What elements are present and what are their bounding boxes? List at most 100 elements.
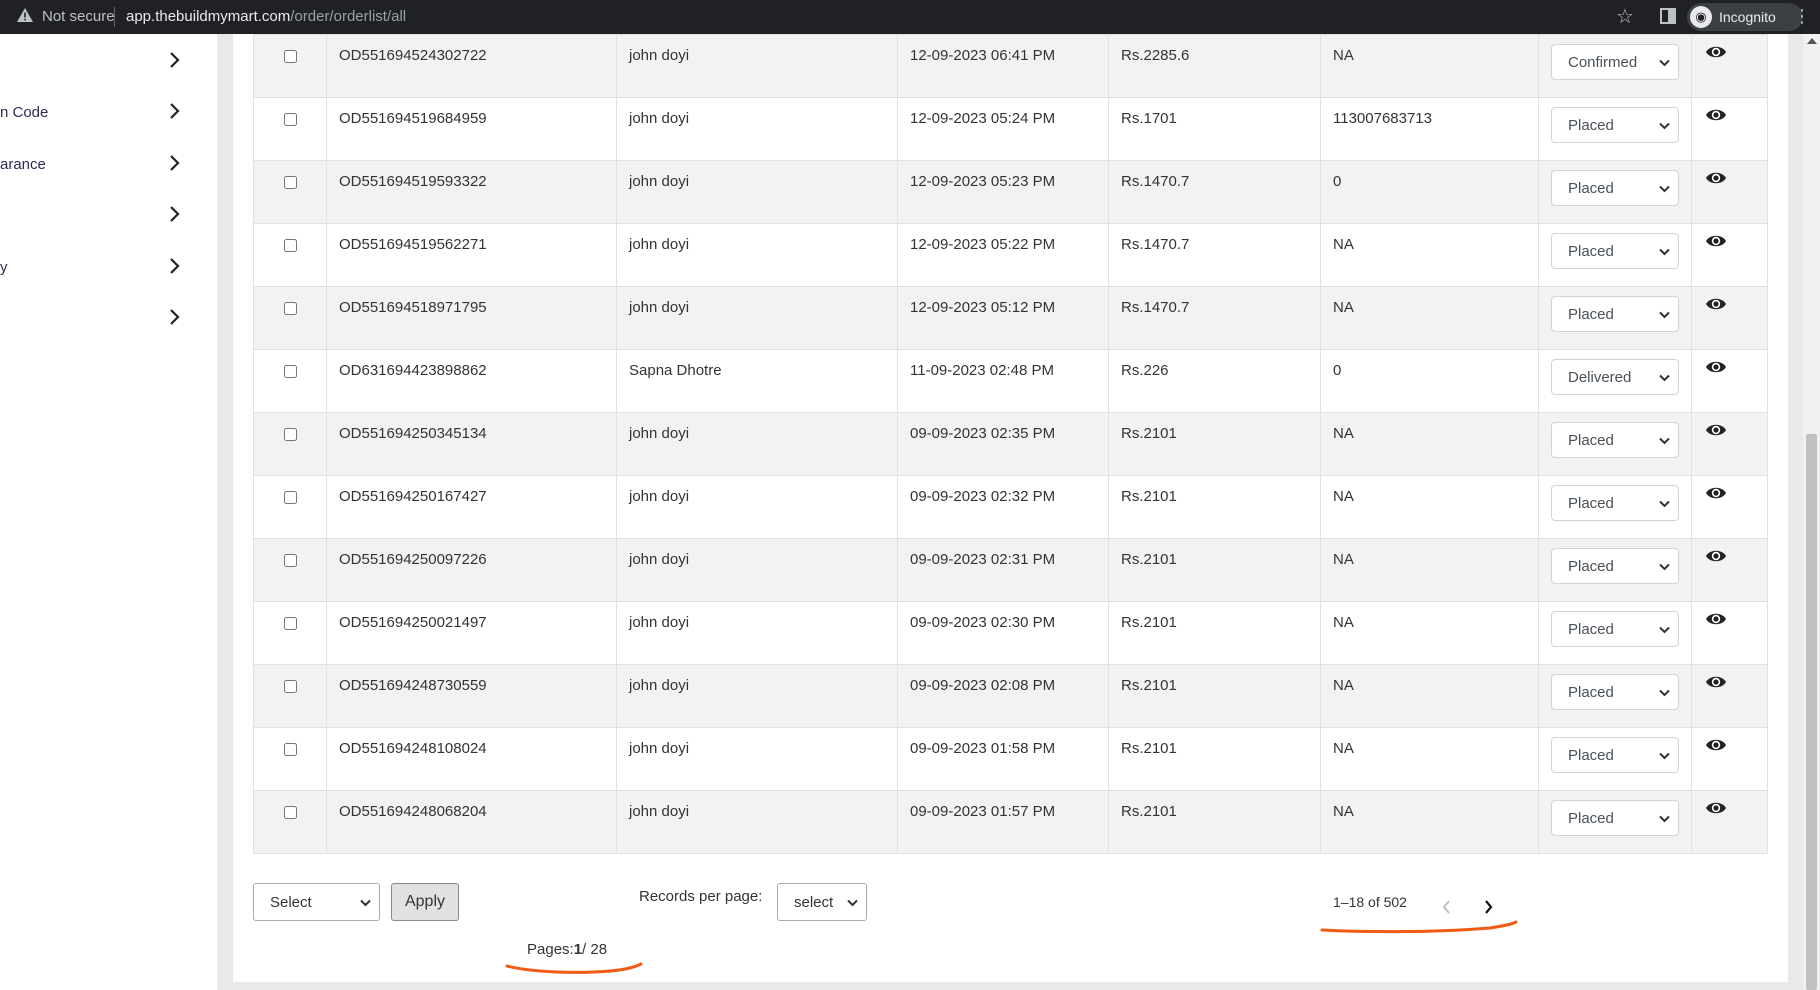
row-checkbox[interactable] — [284, 50, 297, 63]
order-id-cell: OD551694250345134 — [326, 412, 617, 476]
security-label[interactable]: Not secure — [42, 8, 115, 25]
browser-menu-icon[interactable]: ⋮ — [1793, 6, 1811, 27]
next-page-button[interactable] — [1482, 899, 1494, 920]
row-checkbox[interactable] — [284, 554, 297, 567]
eye-icon[interactable] — [1705, 802, 1727, 820]
status-value: Confirmed — [1568, 54, 1638, 71]
table-row: OD551694248068204 john doyi 09-09-2023 0… — [253, 790, 1768, 854]
sidebar-item-4[interactable] — [0, 196, 200, 236]
status-select[interactable]: Placed — [1551, 548, 1679, 584]
view-cell — [1691, 286, 1768, 350]
status-select[interactable]: Placed — [1551, 233, 1679, 269]
chevron-right-icon — [168, 151, 182, 180]
order-id-cell: OD631694423898862 — [326, 349, 617, 413]
date-cell: 09-09-2023 02:31 PM — [897, 538, 1109, 602]
status-select[interactable]: Placed — [1551, 485, 1679, 521]
eye-icon[interactable] — [1705, 172, 1727, 190]
sidebar-item-5[interactable]: y — [0, 248, 200, 288]
bulk-action-select[interactable]: Select — [253, 883, 380, 921]
order-id-cell: OD551694250021497 — [326, 601, 617, 665]
eye-icon[interactable] — [1705, 676, 1727, 694]
status-select[interactable]: Placed — [1551, 674, 1679, 710]
row-checkbox[interactable] — [284, 365, 297, 378]
order-id: OD551694250167427 — [339, 488, 487, 505]
side-panel-icon[interactable] — [1660, 8, 1676, 24]
pages-underline-annotation — [505, 962, 643, 974]
row-checkbox[interactable] — [284, 743, 297, 756]
eye-icon[interactable] — [1705, 613, 1727, 631]
records-per-page-select[interactable]: select — [777, 883, 867, 921]
eye-icon[interactable] — [1705, 235, 1727, 253]
status-select[interactable]: Placed — [1551, 611, 1679, 647]
date-cell: 12-09-2023 05:22 PM — [897, 223, 1109, 287]
sidebar-item-label: n Code — [0, 104, 49, 121]
customer-name: john doyi — [629, 740, 690, 757]
date-cell: 12-09-2023 05:23 PM — [897, 160, 1109, 224]
amount-cell: Rs.2101 — [1108, 475, 1321, 539]
status-select[interactable]: Placed — [1551, 737, 1679, 773]
row-checkbox[interactable] — [284, 428, 297, 441]
sidebar: n Code arance y — [0, 34, 217, 990]
sidebar-item-6[interactable] — [0, 299, 200, 339]
row-checkbox[interactable] — [284, 680, 297, 693]
row-checkbox[interactable] — [284, 239, 297, 252]
chevron-down-icon — [1659, 371, 1670, 388]
order-date: 12-09-2023 06:41 PM — [910, 47, 1056, 64]
date-cell: 09-09-2023 02:32 PM — [897, 475, 1109, 539]
eye-icon[interactable] — [1705, 424, 1727, 442]
sidebar-item-1[interactable] — [0, 42, 200, 82]
eye-icon[interactable] — [1705, 487, 1727, 505]
status-cell: Placed — [1538, 97, 1692, 161]
tracking-number: NA — [1333, 677, 1354, 694]
incognito-profile-button[interactable]: ◉ Incognito — [1687, 3, 1803, 31]
order-id: OD551694518971795 — [339, 299, 487, 316]
row-checkbox[interactable] — [284, 113, 297, 126]
row-checkbox[interactable] — [284, 617, 297, 630]
scroll-up-icon[interactable] — [1807, 38, 1817, 44]
status-select[interactable]: Confirmed — [1551, 44, 1679, 80]
order-id-cell: OD551694250167427 — [326, 475, 617, 539]
scrollbar-thumb[interactable] — [1806, 434, 1817, 990]
previous-page-button[interactable] — [1441, 899, 1453, 920]
pages-prefix: Pages: — [527, 941, 574, 958]
chevron-right-icon — [168, 99, 182, 128]
page-scrollbar[interactable] — [1803, 34, 1820, 990]
row-checkbox[interactable] — [284, 491, 297, 504]
address-bar[interactable]: app.thebuildmymart.com/order/orderlist/a… — [126, 8, 406, 25]
customer-name: john doyi — [629, 803, 690, 820]
row-checkbox-cell — [253, 349, 327, 413]
bulk-action-value: Select — [270, 894, 312, 911]
apply-button[interactable]: Apply — [391, 883, 459, 921]
records-per-page-label: Records per page: — [639, 888, 763, 905]
eye-icon[interactable] — [1705, 550, 1727, 568]
status-select[interactable]: Placed — [1551, 170, 1679, 206]
row-checkbox[interactable] — [284, 176, 297, 189]
status-select[interactable]: Delivered — [1551, 359, 1679, 395]
eye-icon[interactable] — [1705, 361, 1727, 379]
order-date: 09-09-2023 02:30 PM — [910, 614, 1056, 631]
warning-icon[interactable] — [16, 7, 34, 27]
incognito-label: Incognito — [1719, 9, 1776, 25]
chevron-down-icon — [1659, 812, 1670, 829]
status-select[interactable]: Placed — [1551, 422, 1679, 458]
customer-name: Sapna Dhotre — [629, 362, 722, 379]
row-checkbox[interactable] — [284, 806, 297, 819]
status-value: Placed — [1568, 432, 1614, 449]
order-id: OD551694250021497 — [339, 614, 487, 631]
eye-icon[interactable] — [1705, 298, 1727, 316]
status-select[interactable]: Placed — [1551, 800, 1679, 836]
tracking-number: NA — [1333, 425, 1354, 442]
eye-icon[interactable] — [1705, 46, 1727, 64]
sidebar-item-clearance[interactable]: arance — [0, 145, 200, 185]
sidebar-item-code[interactable]: n Code — [0, 93, 200, 133]
order-id: OD551694519593322 — [339, 173, 487, 190]
status-select[interactable]: Placed — [1551, 107, 1679, 143]
bookmark-star-icon[interactable]: ☆ — [1616, 4, 1634, 29]
status-select[interactable]: Placed — [1551, 296, 1679, 332]
eye-icon[interactable] — [1705, 739, 1727, 757]
status-cell: Placed — [1538, 475, 1692, 539]
table-row: OD551694519593322 john doyi 12-09-2023 0… — [253, 160, 1768, 224]
eye-icon[interactable] — [1705, 109, 1727, 127]
row-checkbox[interactable] — [284, 302, 297, 315]
order-amount: Rs.1470.7 — [1121, 299, 1190, 316]
